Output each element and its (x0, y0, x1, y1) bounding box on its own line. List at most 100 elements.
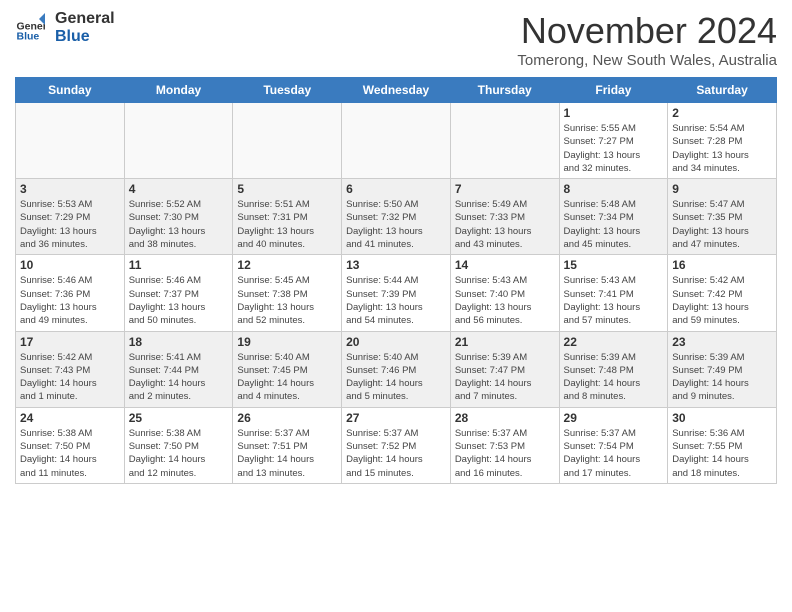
table-row: 10 Sunrise: 5:46 AM Sunset: 7:36 PM Dayli… (16, 255, 125, 331)
location: Tomerong, New South Wales, Australia (517, 52, 777, 69)
day-info: Sunrise: 5:39 AM Sunset: 7:49 PM Dayligh… (672, 351, 772, 404)
calendar: Sunday Monday Tuesday Wednesday Thursday… (15, 77, 777, 484)
day-info: Sunrise: 5:45 AM Sunset: 7:38 PM Dayligh… (237, 274, 337, 327)
table-row: 19 Sunrise: 5:40 AM Sunset: 7:45 PM Dayli… (233, 331, 342, 407)
day-info: Sunrise: 5:49 AM Sunset: 7:33 PM Dayligh… (455, 198, 555, 251)
calendar-header-row: Sunday Monday Tuesday Wednesday Thursday… (16, 78, 777, 103)
table-row: 11Sunrise: 5:46 AM Sunset: 7:37 PM Dayli… (124, 255, 233, 331)
table-row: 17Sunrise: 5:42 AM Sunset: 7:43 PM Dayli… (16, 331, 125, 407)
table-row: 8 Sunrise: 5:48 AM Sunset: 7:34 PM Daylig… (559, 179, 668, 255)
col-friday: Friday (559, 78, 668, 103)
day-info: Sunrise: 5:38 AM Sunset: 7:50 PM Dayligh… (129, 427, 229, 480)
day-info: Sunrise: 5:37 AM Sunset: 7:53 PM Dayligh… (455, 427, 555, 480)
day-number: 19 (237, 335, 337, 349)
day-number: 17 (20, 335, 120, 349)
table-row: 16 Sunrise: 5:42 AM Sunset: 7:42 PM Dayli… (668, 255, 777, 331)
table-row (450, 103, 559, 179)
day-number: 30 (672, 411, 772, 425)
day-number: 2 (672, 106, 772, 120)
day-number: 26 (237, 411, 337, 425)
day-number: 21 (455, 335, 555, 349)
day-number: 7 (455, 182, 555, 196)
day-info: Sunrise: 5:44 AM Sunset: 7:39 PM Dayligh… (346, 274, 446, 327)
table-row: 6 Sunrise: 5:50 AM Sunset: 7:32 PM Daylig… (342, 179, 451, 255)
day-number: 22 (564, 335, 664, 349)
table-row: 28Sunrise: 5:37 AM Sunset: 7:53 PM Dayli… (450, 407, 559, 483)
day-number: 27 (346, 411, 446, 425)
day-number: 18 (129, 335, 229, 349)
day-info: Sunrise: 5:48 AM Sunset: 7:34 PM Dayligh… (564, 198, 664, 251)
day-info: Sunrise: 5:43 AM Sunset: 7:40 PM Dayligh… (455, 274, 555, 327)
table-row: 12 Sunrise: 5:45 AM Sunset: 7:38 PM Dayli… (233, 255, 342, 331)
day-number: 5 (237, 182, 337, 196)
day-info: Sunrise: 5:38 AM Sunset: 7:50 PM Dayligh… (20, 427, 120, 480)
col-sunday: Sunday (16, 78, 125, 103)
day-number: 9 (672, 182, 772, 196)
day-number: 23 (672, 335, 772, 349)
day-info: Sunrise: 5:50 AM Sunset: 7:32 PM Dayligh… (346, 198, 446, 251)
day-number: 6 (346, 182, 446, 196)
day-info: Sunrise: 5:40 AM Sunset: 7:45 PM Dayligh… (237, 351, 337, 404)
day-number: 10 (20, 258, 120, 272)
table-row (16, 103, 125, 179)
day-number: 16 (672, 258, 772, 272)
day-number: 15 (564, 258, 664, 272)
table-row: 22 Sunrise: 5:39 AM Sunset: 7:48 PM Dayli… (559, 331, 668, 407)
day-number: 8 (564, 182, 664, 196)
day-info: Sunrise: 5:43 AM Sunset: 7:41 PM Dayligh… (564, 274, 664, 327)
table-row: 24 Sunrise: 5:38 AM Sunset: 7:50 PM Dayli… (16, 407, 125, 483)
table-row: 13 Sunrise: 5:44 AM Sunset: 7:39 PM Dayli… (342, 255, 451, 331)
day-number: 4 (129, 182, 229, 196)
day-number: 11 (129, 258, 229, 272)
table-row: 3Sunrise: 5:53 AM Sunset: 7:29 PM Daylig… (16, 179, 125, 255)
day-number: 3 (20, 182, 120, 196)
table-row (124, 103, 233, 179)
calendar-week-row: 17Sunrise: 5:42 AM Sunset: 7:43 PM Dayli… (16, 331, 777, 407)
day-info: Sunrise: 5:46 AM Sunset: 7:36 PM Dayligh… (20, 274, 120, 327)
day-info: Sunrise: 5:37 AM Sunset: 7:52 PM Dayligh… (346, 427, 446, 480)
table-row: 15 Sunrise: 5:43 AM Sunset: 7:41 PM Dayli… (559, 255, 668, 331)
day-number: 1 (564, 106, 664, 120)
day-info: Sunrise: 5:41 AM Sunset: 7:44 PM Dayligh… (129, 351, 229, 404)
day-number: 24 (20, 411, 120, 425)
page-container: General Blue General Blue November 2024 … (0, 0, 792, 494)
day-number: 13 (346, 258, 446, 272)
day-info: Sunrise: 5:37 AM Sunset: 7:54 PM Dayligh… (564, 427, 664, 480)
table-row: 25 Sunrise: 5:38 AM Sunset: 7:50 PM Dayli… (124, 407, 233, 483)
calendar-week-row: 10 Sunrise: 5:46 AM Sunset: 7:36 PM Dayli… (16, 255, 777, 331)
month-title: November 2024 (517, 10, 777, 52)
table-row: 2 Sunrise: 5:54 AM Sunset: 7:28 PM Daylig… (668, 103, 777, 179)
day-info: Sunrise: 5:39 AM Sunset: 7:48 PM Dayligh… (564, 351, 664, 404)
table-row: 7 Sunrise: 5:49 AM Sunset: 7:33 PM Daylig… (450, 179, 559, 255)
day-number: 25 (129, 411, 229, 425)
table-row: 18 Sunrise: 5:41 AM Sunset: 7:44 PM Dayli… (124, 331, 233, 407)
day-number: 29 (564, 411, 664, 425)
day-info: Sunrise: 5:54 AM Sunset: 7:28 PM Dayligh… (672, 122, 772, 175)
day-info: Sunrise: 5:47 AM Sunset: 7:35 PM Dayligh… (672, 198, 772, 251)
col-saturday: Saturday (668, 78, 777, 103)
table-row: 29 Sunrise: 5:37 AM Sunset: 7:54 PM Dayli… (559, 407, 668, 483)
table-row (342, 103, 451, 179)
calendar-week-row: 1Sunrise: 5:55 AM Sunset: 7:27 PM Daylig… (16, 103, 777, 179)
table-row: 26Sunrise: 5:37 AM Sunset: 7:51 PM Dayli… (233, 407, 342, 483)
day-info: Sunrise: 5:40 AM Sunset: 7:46 PM Dayligh… (346, 351, 446, 404)
col-tuesday: Tuesday (233, 78, 342, 103)
day-number: 12 (237, 258, 337, 272)
table-row: 21 Sunrise: 5:39 AM Sunset: 7:47 PM Dayli… (450, 331, 559, 407)
table-row: 20Sunrise: 5:40 AM Sunset: 7:46 PM Dayli… (342, 331, 451, 407)
table-row (233, 103, 342, 179)
day-info: Sunrise: 5:39 AM Sunset: 7:47 PM Dayligh… (455, 351, 555, 404)
day-info: Sunrise: 5:42 AM Sunset: 7:42 PM Dayligh… (672, 274, 772, 327)
calendar-week-row: 24 Sunrise: 5:38 AM Sunset: 7:50 PM Dayli… (16, 407, 777, 483)
table-row: 1Sunrise: 5:55 AM Sunset: 7:27 PM Daylig… (559, 103, 668, 179)
table-row: 30 Sunrise: 5:36 AM Sunset: 7:55 PM Dayli… (668, 407, 777, 483)
table-row: 23 Sunrise: 5:39 AM Sunset: 7:49 PM Dayli… (668, 331, 777, 407)
table-row: 9 Sunrise: 5:47 AM Sunset: 7:35 PM Daylig… (668, 179, 777, 255)
title-section: November 2024 Tomerong, New South Wales,… (517, 10, 777, 69)
table-row: 27 Sunrise: 5:37 AM Sunset: 7:52 PM Dayli… (342, 407, 451, 483)
table-row: 4Sunrise: 5:52 AM Sunset: 7:30 PM Daylig… (124, 179, 233, 255)
day-info: Sunrise: 5:36 AM Sunset: 7:55 PM Dayligh… (672, 427, 772, 480)
col-monday: Monday (124, 78, 233, 103)
header: General Blue General Blue November 2024 … (15, 10, 777, 69)
svg-text:Blue: Blue (17, 30, 40, 42)
